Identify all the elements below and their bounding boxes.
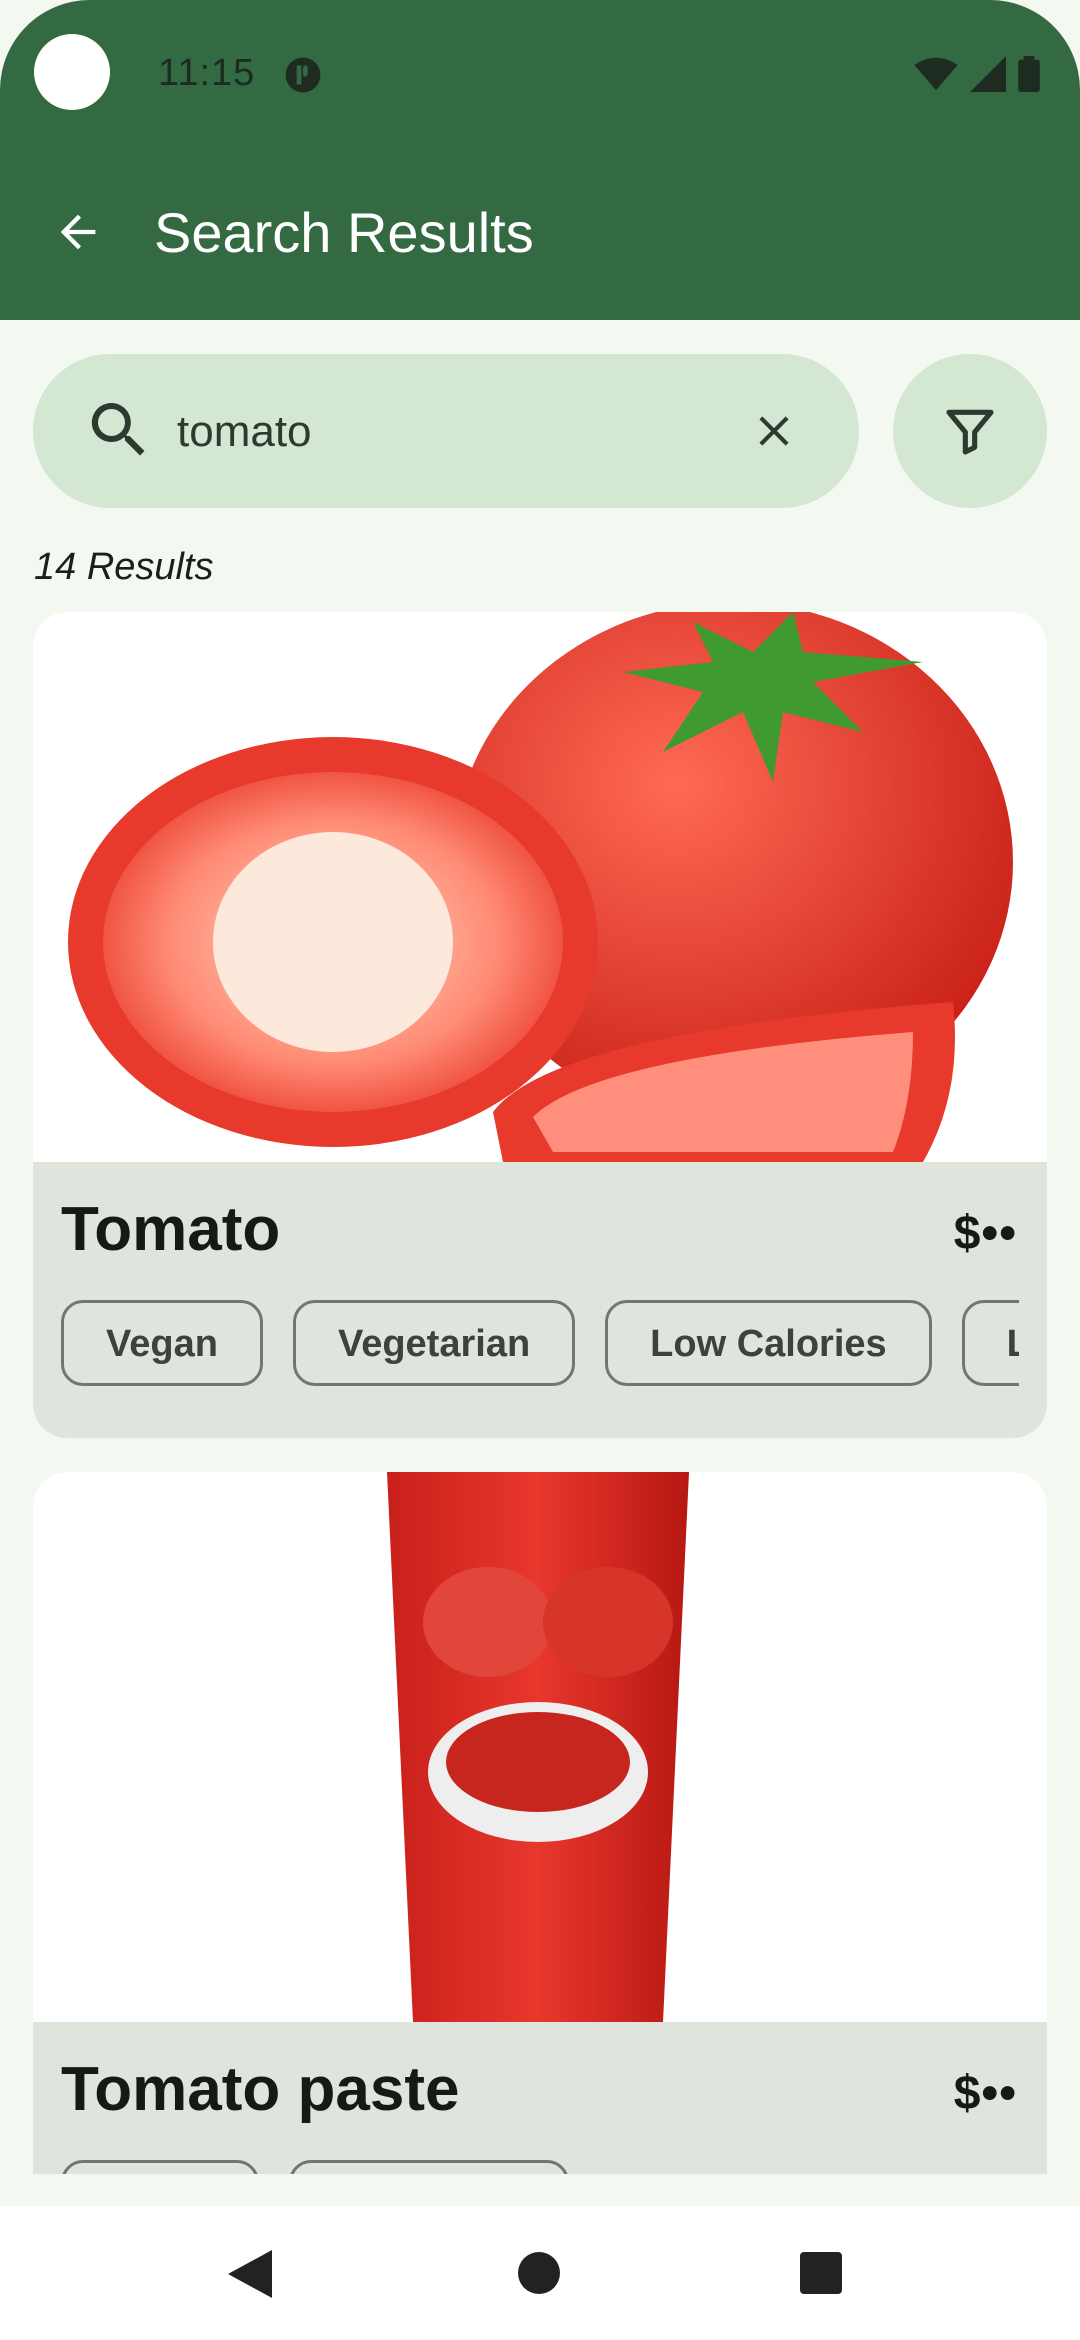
search-input[interactable] bbox=[175, 400, 739, 464]
close-icon bbox=[759, 416, 789, 446]
nav-back-icon[interactable] bbox=[228, 2250, 272, 2298]
system-navigation-bar bbox=[0, 2206, 1080, 2340]
product-title: Tomato paste bbox=[61, 2055, 460, 2124]
search-bar[interactable] bbox=[33, 354, 859, 508]
tag-chip[interactable]: L bbox=[961, 1300, 1019, 1386]
product-title: Tomato bbox=[61, 1195, 281, 1264]
product-image-tomato-paste bbox=[33, 1472, 1047, 2022]
price-indicator: $•• bbox=[953, 2067, 1017, 2120]
camera-cutout bbox=[34, 34, 110, 110]
tag-chip[interactable]: Vegan bbox=[61, 1300, 263, 1386]
tag-chip[interactable] bbox=[289, 2160, 569, 2174]
search-icon bbox=[91, 403, 145, 456]
app-notification-icon bbox=[285, 57, 321, 93]
tag-chip[interactable] bbox=[61, 2160, 259, 2174]
product-image-tomato bbox=[33, 612, 1047, 1162]
filter-button[interactable] bbox=[893, 354, 1047, 508]
back-button[interactable] bbox=[44, 198, 112, 266]
results-count: 14 Results bbox=[34, 546, 214, 588]
nav-recents-icon[interactable] bbox=[800, 2252, 842, 2294]
tag-chip-row[interactable]: Vegan Vegetarian Low Calories L bbox=[61, 1300, 1019, 1390]
tag-chip[interactable]: Vegetarian bbox=[292, 1300, 576, 1386]
wifi-icon bbox=[914, 57, 958, 91]
status-time: 11:15 bbox=[158, 52, 256, 94]
nav-home-icon[interactable] bbox=[518, 2252, 560, 2294]
battery-icon bbox=[1018, 56, 1040, 92]
price-indicator: $•• bbox=[953, 1207, 1017, 1260]
signal-icon bbox=[970, 56, 1006, 92]
tag-chip-row[interactable] bbox=[61, 2160, 1019, 2174]
status-icons bbox=[914, 56, 1040, 92]
clear-search-button[interactable] bbox=[741, 398, 807, 464]
tag-chip[interactable]: Low Calories bbox=[605, 1300, 932, 1386]
product-card-tomato-paste[interactable]: Tomato paste $•• bbox=[33, 1472, 1047, 2174]
filter-icon bbox=[946, 409, 994, 455]
arrow-left-icon bbox=[60, 214, 96, 250]
page-title: Search Results bbox=[154, 201, 534, 264]
product-card-tomato[interactable]: Tomato $•• Vegan Vegetarian Low Calories L bbox=[33, 612, 1047, 1438]
top-app-bar: 11:15 Search Results bbox=[0, 0, 1080, 320]
